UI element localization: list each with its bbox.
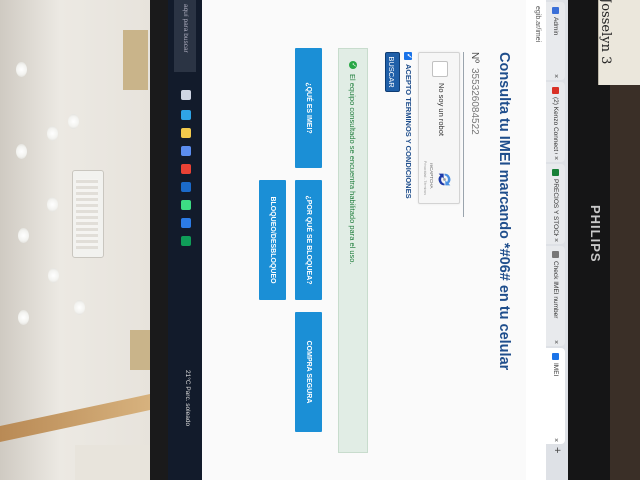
status-text: El equipo consultado se encuentra habili…: [348, 74, 358, 265]
edge-icon[interactable]: [181, 110, 191, 120]
weather-widget[interactable]: 21°C Parc. soleado: [184, 370, 191, 426]
monitor-brand: PHILIPS: [588, 205, 603, 263]
air-conditioner: [72, 170, 104, 258]
monitor-screen: Admin × (2) Kenzo Connect Co × PRECIOS Y…: [168, 0, 568, 480]
tab-admin[interactable]: Admin ×: [546, 2, 565, 80]
ceiling-light: [74, 300, 85, 315]
imei-input-value[interactable]: 355326084522: [469, 68, 480, 135]
tab-kenzo[interactable]: (2) Kenzo Connect Co ×: [546, 82, 565, 162]
browser-window: Admin × (2) Kenzo Connect Co × PRECIOS Y…: [168, 0, 568, 480]
terms-label: ACEPTO TERMINOS Y CONDICIONES: [404, 64, 413, 199]
tab-label: Check IMEI number: [552, 261, 559, 319]
task-view-icon[interactable]: [181, 90, 191, 100]
check-circle-icon: ✓: [349, 61, 357, 69]
ceiling-light: [18, 228, 29, 243]
close-icon[interactable]: ×: [552, 338, 559, 346]
chrome-icon[interactable]: [181, 164, 191, 174]
page-content: Consulta tu IMEI marcando *#06# en tu ce…: [202, 0, 526, 480]
ceiling-beam: [130, 330, 150, 370]
taskbar-search[interactable]: aquí para buscar: [174, 0, 196, 72]
ceiling-light: [47, 126, 58, 141]
close-icon[interactable]: ×: [552, 154, 559, 162]
ceiling-light: [16, 144, 27, 159]
sticky-note-text: Josselyn 3: [598, 0, 613, 65]
imei-input[interactable]: Nº 355326084522: [463, 52, 482, 217]
file-explorer-icon[interactable]: [181, 128, 191, 138]
recaptcha-legal-links[interactable]: Privacidad - Términos: [423, 161, 427, 195]
block-unblock-button[interactable]: BLOQUEO/DESBLOQUEO: [259, 180, 286, 300]
search-button[interactable]: BUSCAR: [385, 52, 400, 92]
tab-bar: Admin × (2) Kenzo Connect Co × PRECIOS Y…: [546, 0, 568, 480]
desk-items: [75, 445, 150, 480]
close-icon[interactable]: ×: [552, 436, 559, 444]
page-title: Consulta tu IMEI marcando *#06# en tu ce…: [496, 52, 512, 371]
app-icon[interactable]: [181, 218, 191, 228]
address-bar[interactable]: egib.ar/imei: [525, 0, 546, 480]
tab-label: IMEI: [552, 363, 559, 377]
app-icon[interactable]: [181, 200, 191, 210]
ceiling-light: [48, 268, 59, 283]
recaptcha-checkbox[interactable]: [432, 61, 448, 77]
tab-label: (2) Kenzo Connect Co: [552, 97, 559, 154]
ceiling-light: [47, 197, 58, 212]
tab-check-imei[interactable]: Check IMEI number ×: [546, 246, 565, 346]
favicon-icon: [552, 353, 559, 360]
status-message: ✓ El equipo consultado se encuentra habi…: [338, 48, 368, 453]
close-icon[interactable]: ×: [552, 72, 559, 80]
recaptcha-icon: [438, 173, 451, 186]
url-text[interactable]: egib.ar/imei: [534, 6, 541, 42]
store-icon[interactable]: [181, 146, 191, 156]
mail-icon[interactable]: [181, 182, 191, 192]
favicon-icon: [552, 7, 559, 14]
recaptcha-brand: reCAPTCHA: [429, 163, 434, 189]
app-icon[interactable]: [181, 236, 191, 246]
windows-taskbar: aquí para buscar 21°C Parc. soleado: [168, 0, 202, 480]
why-blocked-button[interactable]: ¿POR QUÉ SE BLOQUEA?: [295, 180, 322, 300]
tab-label: Admin: [552, 17, 559, 36]
favicon-icon: [552, 87, 559, 94]
terms-checkbox-row[interactable]: ✓ ACEPTO TERMINOS Y CONDICIONES: [404, 52, 413, 199]
safe-purchase-button[interactable]: COMPRA SEGURA: [295, 312, 322, 432]
monitor-bezel: [150, 0, 168, 480]
ceiling-beam: [123, 30, 148, 90]
tab-imei[interactable]: IMEI ×: [546, 348, 565, 444]
tab-label: PRECIOS Y STOCKS: [552, 179, 559, 236]
close-icon[interactable]: ×: [552, 236, 559, 244]
favicon-icon: [552, 251, 559, 258]
new-tab-button[interactable]: +: [551, 447, 563, 453]
wood-shelf: [0, 394, 150, 442]
ceiling-light: [16, 62, 27, 77]
tab-precios[interactable]: PRECIOS Y STOCKS ×: [546, 164, 565, 244]
checkbox-checked-icon[interactable]: ✓: [404, 52, 413, 60]
imei-prefix-label: Nº: [469, 52, 480, 63]
ceiling-light: [18, 310, 29, 325]
favicon-icon: [552, 169, 559, 176]
ceiling-light: [68, 114, 79, 129]
recaptcha-widget: No soy un robot reCAPTCHA Privacidad - T…: [418, 52, 460, 204]
recaptcha-label: No soy un robot: [437, 83, 446, 136]
room-background: [0, 0, 150, 480]
sticky-note: Josselyn 3: [598, 0, 640, 85]
what-is-imei-button[interactable]: ¿QUÉ ES IMEI?: [295, 48, 322, 168]
